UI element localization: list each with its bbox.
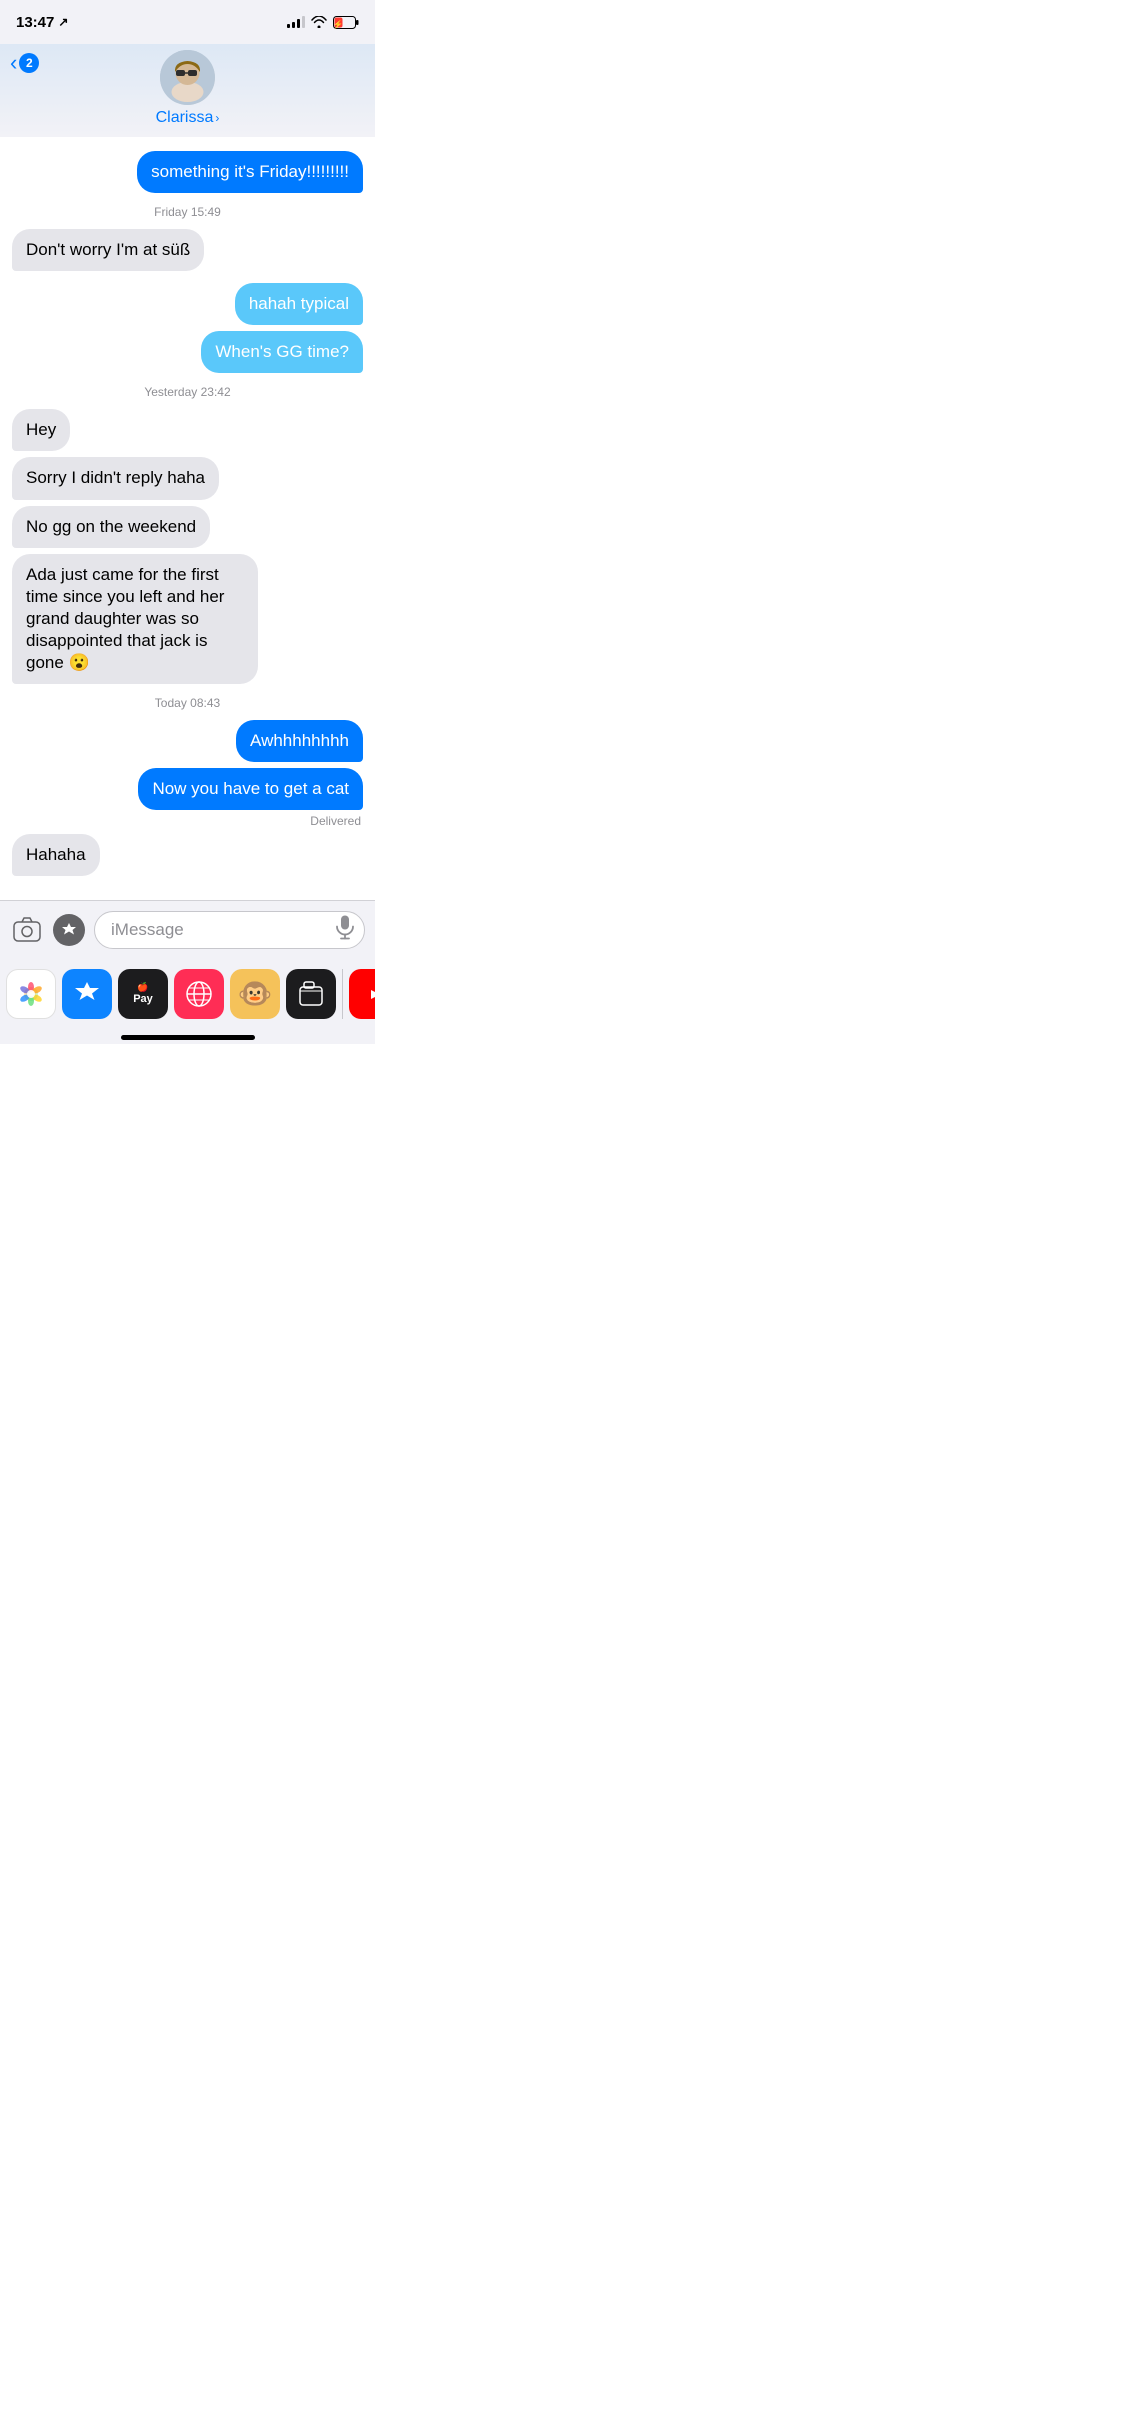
message-row: Don't worry I'm at süß (0, 227, 375, 273)
delivered-label: Delivered (0, 814, 375, 828)
camera-button[interactable] (10, 913, 44, 947)
dock-applepay[interactable]: 🍎 Pay (118, 969, 168, 1019)
home-pill (121, 1035, 255, 1040)
dock-divider (342, 969, 343, 1019)
appstore-icon (71, 978, 103, 1010)
message-bubble-received: Sorry I didn't reply haha (12, 457, 219, 499)
appstore-button[interactable] (52, 913, 86, 947)
time-label: 13:47 (16, 14, 54, 31)
mic-button[interactable] (335, 916, 355, 945)
avatar-image (160, 50, 215, 105)
message-bubble-sent: When's GG time? (201, 331, 363, 373)
message-row: Awhhhhhhhh (0, 718, 375, 764)
chat-area: something it's Friday!!!!!!!!! Friday 15… (0, 137, 375, 900)
status-icons: ⚡ (287, 16, 359, 29)
home-indicator (0, 1027, 375, 1044)
back-badge: 2 (19, 53, 39, 73)
message-row: Sorry I didn't reply haha (0, 455, 375, 501)
timestamp-today: Today 08:43 (0, 696, 375, 710)
message-row: something it's Friday!!!!!!!!! (0, 147, 375, 195)
contact-name-label[interactable]: Clarissa › (156, 109, 220, 127)
apps-icon (60, 921, 78, 939)
dock-youtube[interactable] (349, 969, 375, 1019)
message-row: hahah typical (0, 281, 375, 327)
message-row: Now you have to get a cat (0, 766, 375, 812)
message-row: Ada just came for the first time since y… (0, 552, 375, 686)
signal-icon (287, 16, 305, 28)
timestamp-yesterday: Yesterday 23:42 (0, 385, 375, 399)
camera-icon (13, 917, 41, 943)
back-button[interactable]: ‹ 2 (10, 50, 39, 76)
message-input-wrapper: iMessage (94, 911, 365, 949)
message-bubble-received: Hey (12, 409, 70, 451)
svg-text:⚡: ⚡ (333, 19, 343, 29)
message-bubble-received: Hahaha (12, 834, 100, 876)
message-bubble-received: Ada just came for the first time since y… (12, 554, 258, 684)
avatar[interactable] (160, 50, 215, 105)
message-bubble-received: Don't worry I'm at süß (12, 229, 204, 271)
message-row: Hahaha (0, 832, 375, 878)
message-row: Hey (0, 407, 375, 453)
message-row: When's GG time? (0, 329, 375, 375)
dock-files[interactable] (286, 969, 336, 1019)
browser-icon (183, 978, 215, 1010)
nav-header: ‹ 2 Clarissa › (0, 44, 375, 137)
message-bubble-sent: Now you have to get a cat (138, 768, 363, 810)
message-bubble-sent: hahah typical (235, 283, 363, 325)
dock-appstore[interactable] (62, 969, 112, 1019)
dock-photos[interactable] (6, 969, 56, 1019)
message-bubble-sent: Awhhhhhhhh (236, 720, 363, 762)
status-bar: 13:47 ↗ ⚡ (0, 0, 375, 44)
wifi-icon (311, 16, 327, 28)
message-row: No gg on the weekend (0, 504, 375, 550)
photos-icon (14, 977, 48, 1011)
input-bar: iMessage (0, 900, 375, 959)
message-bubble-received: No gg on the weekend (12, 506, 210, 548)
location-icon: ↗ (58, 15, 68, 29)
files-icon (296, 979, 326, 1009)
status-time: 13:47 ↗ (16, 14, 68, 31)
message-input[interactable]: iMessage (94, 911, 365, 949)
dock-browser[interactable] (174, 969, 224, 1019)
message-bubble-sent: something it's Friday!!!!!!!!! (137, 151, 363, 193)
mic-icon (335, 916, 355, 940)
dock: 🍎 Pay 🐵 (0, 959, 375, 1027)
timestamp-friday: Friday 15:49 (0, 205, 375, 219)
contact-chevron: › (215, 111, 219, 125)
dock-monkey[interactable]: 🐵 (230, 969, 280, 1019)
battery-icon: ⚡ (333, 16, 359, 29)
youtube-icon (358, 978, 375, 1010)
back-chevron: ‹ (10, 50, 17, 76)
